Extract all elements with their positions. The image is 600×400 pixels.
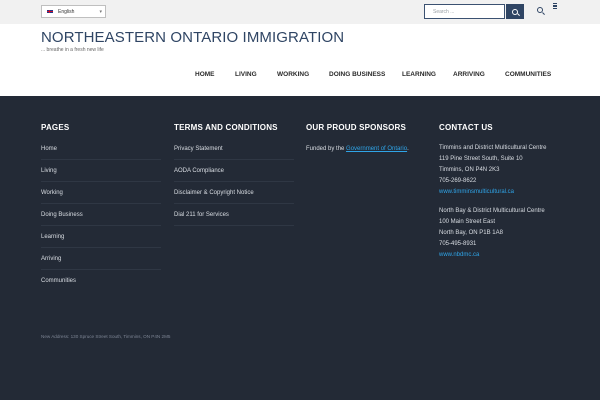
new-address-note: New Address: 130 Spruce Street South, Ti… <box>41 334 171 339</box>
footer-link-home[interactable]: Home <box>41 138 161 160</box>
menu-icon[interactable] <box>553 3 557 9</box>
main-nav: HOME LIVING WORKING DOING BUSINESS LEARN… <box>0 71 600 81</box>
office-website-link[interactable]: www.nbdmc.ca <box>439 250 545 261</box>
nav-item-doing-business[interactable]: DOING BUSINESS <box>329 71 385 78</box>
sponsor-text: Funded by the Government of Ontario. <box>306 146 409 152</box>
office-name: North Bay & District Multicultural Centr… <box>439 208 545 214</box>
office-name: Timmins and District Multicultural Centr… <box>439 145 547 151</box>
site-header: NORTHEASTERN ONTARIO IMMIGRATION ... bre… <box>0 24 600 96</box>
chevron-down-icon: ▾ <box>99 9 102 15</box>
pages-heading: PAGES <box>41 123 70 132</box>
terms-list: Privacy Statement AODA Compliance Discla… <box>174 138 294 226</box>
language-label: English <box>58 8 75 15</box>
search-toggle-icon[interactable] <box>537 7 543 13</box>
sponsor-prefix: Funded by the <box>306 146 347 152</box>
office-city: Timmins, ON P4N 2K3 <box>439 167 500 173</box>
office-phone[interactable]: 705-495-8931 <box>439 239 545 250</box>
footer-link-aoda-compliance[interactable]: AODA Compliance <box>174 160 294 182</box>
terms-heading: TERMS AND CONDITIONS <box>174 123 278 132</box>
search-button[interactable] <box>506 4 524 19</box>
office-website-link[interactable]: www.timminsmulticultural.ca <box>439 187 546 198</box>
footer-link-privacy-statement[interactable]: Privacy Statement <box>174 138 294 160</box>
footer-link-dial-211[interactable]: Dial 211 for Services <box>174 204 294 226</box>
top-bar: English ▾ <box>0 0 600 24</box>
site-title[interactable]: NORTHEASTERN ONTARIO IMMIGRATION <box>41 29 344 46</box>
uk-flag-icon <box>46 9 54 14</box>
office-phone[interactable]: 705-269-8622 <box>439 176 546 187</box>
government-of-ontario-link[interactable]: Government of Ontario <box>346 146 407 152</box>
office-street: 119 Pine Street South, Suite 10 <box>439 156 523 162</box>
footer-link-disclaimer[interactable]: Disclaimer & Copyright Notice <box>174 182 294 204</box>
pages-list: Home Living Working Doing Business Learn… <box>41 138 161 292</box>
footer-link-learning[interactable]: Learning <box>41 226 161 248</box>
contact-heading: CONTACT US <box>439 123 493 132</box>
footer-link-doing-business[interactable]: Doing Business <box>41 204 161 226</box>
footer-link-arriving[interactable]: Arriving <box>41 248 161 270</box>
nav-item-working[interactable]: WORKING <box>277 71 309 78</box>
footer-link-communities[interactable]: Communities <box>41 270 161 292</box>
contact-office-north-bay: North Bay & District Multicultural Centr… <box>439 206 545 261</box>
site-tagline: ... breathe in a fresh new life <box>41 47 104 53</box>
nav-item-learning[interactable]: LEARNING <box>402 71 436 78</box>
sponsors-heading: OUR PROUD SPONSORS <box>306 123 407 132</box>
search-input[interactable] <box>424 4 505 19</box>
office-city: North Bay, ON P1B 1A8 <box>439 230 503 236</box>
search-icon <box>512 8 518 15</box>
office-street: 100 Main Street East <box>439 219 496 225</box>
nav-item-living[interactable]: LIVING <box>235 71 257 78</box>
sponsor-suffix: . <box>407 146 409 152</box>
nav-item-arriving[interactable]: ARRIVING <box>453 71 485 78</box>
language-selector[interactable]: English ▾ <box>41 5 106 18</box>
contact-office-timmins: Timmins and District Multicultural Centr… <box>439 143 546 198</box>
nav-item-communities[interactable]: COMMUNITIES <box>505 71 551 78</box>
footer-link-working[interactable]: Working <box>41 182 161 204</box>
footer-link-living[interactable]: Living <box>41 160 161 182</box>
nav-item-home[interactable]: HOME <box>195 71 215 78</box>
